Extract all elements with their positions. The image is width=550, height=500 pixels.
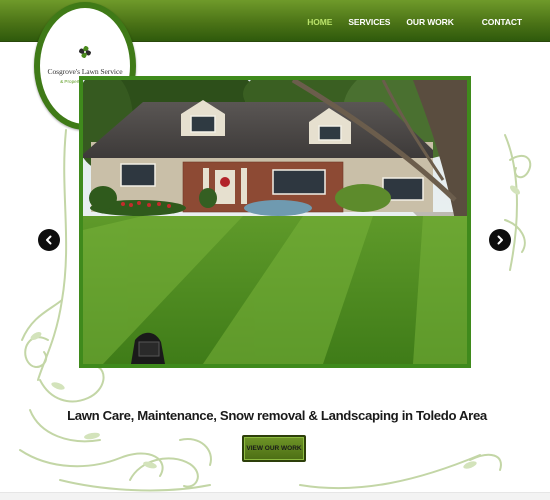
chevron-right-icon xyxy=(497,235,503,245)
hero-slider xyxy=(79,76,471,368)
logo-company-name: Cosgrove's Lawn Service xyxy=(47,67,123,76)
slide-image-house-lawn xyxy=(83,80,467,364)
chevron-left-icon xyxy=(46,235,52,245)
nav-home[interactable]: HOME xyxy=(307,17,332,27)
slider-next-button[interactable] xyxy=(489,229,511,251)
leaf-swirl-icon xyxy=(79,46,91,58)
view-our-work-button[interactable]: VIEW OUR WORK xyxy=(242,435,306,462)
slider-prev-button[interactable] xyxy=(38,229,60,251)
nav-our-work[interactable]: OUR WORK xyxy=(406,17,453,27)
nav-services[interactable]: SERVICES xyxy=(348,17,390,27)
house-lawn-photo xyxy=(83,80,467,364)
hero-tagline: Lawn Care, Maintenance, Snow removal & L… xyxy=(67,408,487,423)
nav-contact[interactable]: CONTACT xyxy=(482,17,522,27)
page-bottom-edge xyxy=(0,492,550,500)
main-nav: HOME SERVICES OUR WORK CONTACT xyxy=(307,17,522,27)
